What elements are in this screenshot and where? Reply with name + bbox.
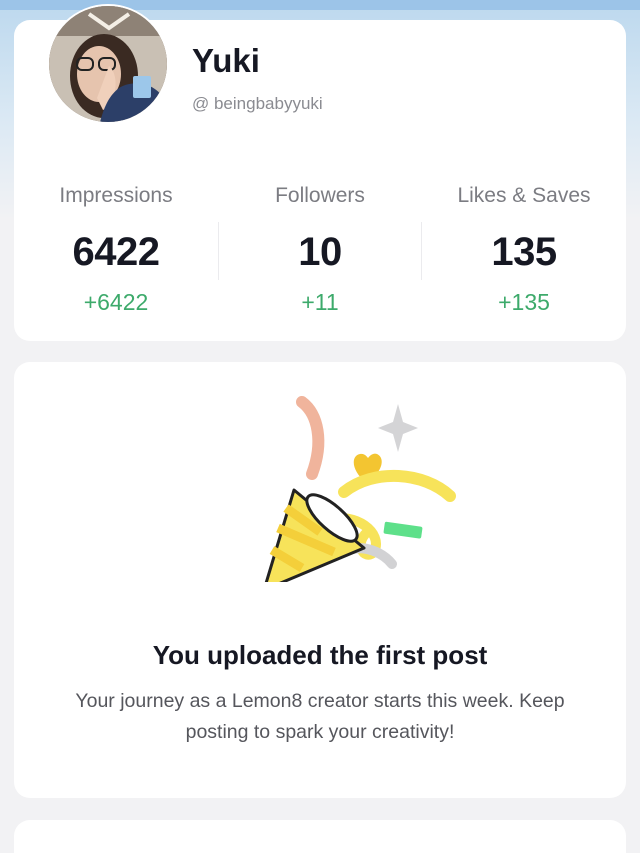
stat-label: Likes & Saves [457, 184, 591, 207]
stat-delta: +6422 [83, 289, 149, 315]
profile-name: Yuki [192, 42, 260, 79]
milestone-description: Your journey as a Lemon8 creator starts … [75, 690, 565, 743]
stat-impressions[interactable]: Impressions 6422 +6422 [14, 180, 218, 330]
stat-delta: +135 [498, 289, 550, 315]
party-popper-icon [264, 396, 456, 582]
stat-likes-saves[interactable]: Likes & Saves 135 +135 [422, 180, 626, 330]
stat-value: 135 [491, 230, 557, 274]
avatar[interactable] [47, 4, 169, 124]
stat-divider [218, 222, 219, 280]
stat-label: Followers [275, 184, 365, 207]
stat-delta: +11 [301, 289, 339, 315]
stats-row: Impressions 6422 +6422 Followers 10 +11 … [14, 180, 626, 330]
stat-followers[interactable]: Followers 10 +11 [218, 180, 422, 330]
profile-handle: @ beingbabyyuki [192, 94, 323, 113]
stat-value: 6422 [72, 230, 160, 274]
milestone-title: You uploaded the first post [152, 640, 488, 670]
avatar-photo-icon [49, 6, 167, 122]
milestone-card: You uploaded the first post Your journey… [14, 362, 626, 798]
stat-value: 10 [298, 230, 342, 274]
stat-label: Impressions [59, 184, 173, 207]
next-card [14, 820, 626, 853]
